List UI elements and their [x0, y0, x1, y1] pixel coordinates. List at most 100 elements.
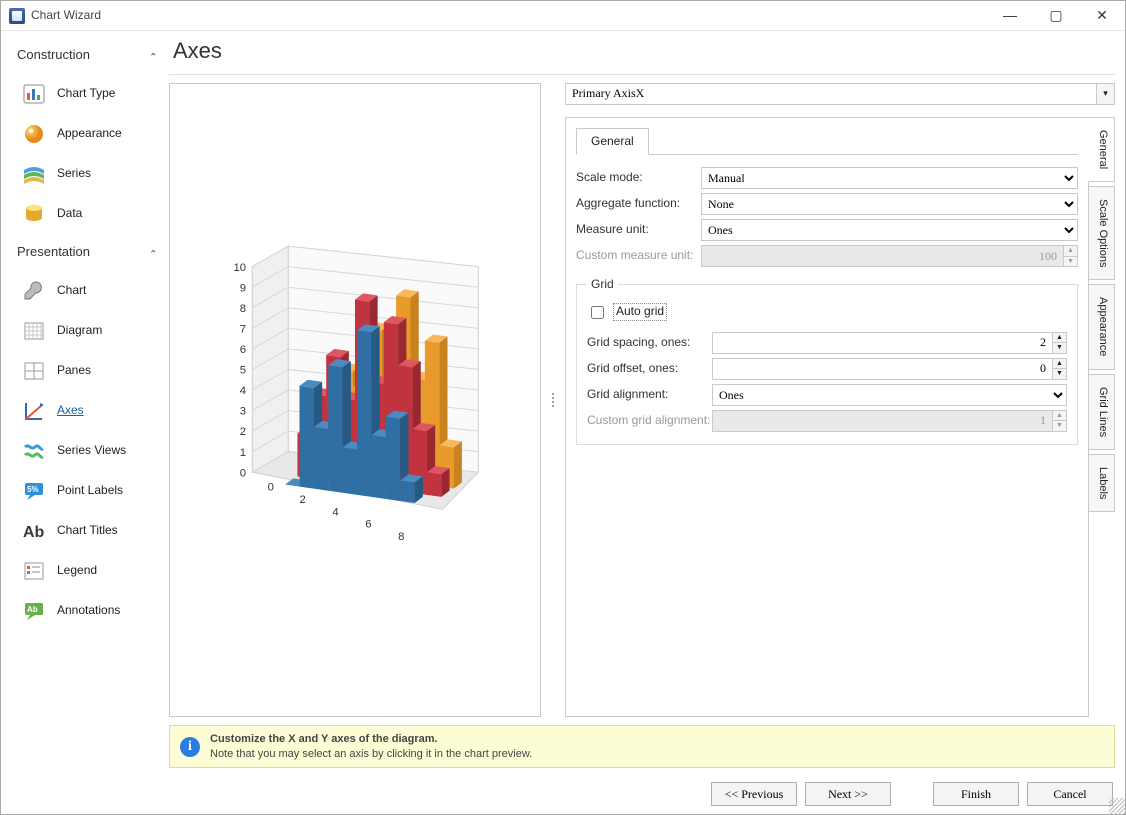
sidebar-group-construction[interactable]: Construction ⌄: [1, 43, 169, 74]
svg-text:2: 2: [240, 426, 246, 438]
sidebar-item-data[interactable]: Data: [1, 194, 169, 234]
divider: [169, 74, 1115, 75]
grid-offset-label: Grid offset, ones:: [587, 361, 712, 377]
sidebar-item-diagram[interactable]: Diagram: [1, 311, 169, 351]
spinner[interactable]: ▲▼: [1053, 332, 1067, 354]
svg-text:0: 0: [240, 467, 246, 479]
hint-line1: Customize the X and Y axes of the diagra…: [210, 733, 438, 745]
previous-button[interactable]: << Previous: [711, 782, 797, 806]
sidebar-item-appearance[interactable]: Appearance: [1, 114, 169, 154]
sidebar-item-point-labels[interactable]: 5% Point Labels: [1, 471, 169, 511]
settings-panel: General Scale mode: Manual Aggregate fun…: [565, 117, 1089, 718]
window-title: Chart Wizard: [31, 8, 987, 24]
vtab-grid-lines[interactable]: Grid Lines: [1089, 374, 1115, 450]
sidebar-item-label: Series Views: [57, 443, 126, 459]
maximize-button[interactable]: ▢: [1033, 1, 1079, 31]
sidebar-item-legend[interactable]: Legend: [1, 551, 169, 591]
vtab-scale-options[interactable]: Scale Options: [1089, 186, 1115, 280]
sidebar-group-presentation[interactable]: Presentation ⌄: [1, 240, 169, 271]
auto-grid-checkbox[interactable]: [591, 306, 604, 319]
group-label: Presentation: [17, 244, 90, 261]
hint-line2: Note that you may select an axis by clic…: [210, 747, 532, 761]
spinner: ▲▼: [1064, 245, 1078, 267]
svg-text:6: 6: [365, 518, 371, 530]
sidebar-item-label: Annotations: [57, 603, 120, 619]
custom-measure-unit-label: Custom measure unit:: [576, 248, 701, 264]
scale-mode-label: Scale mode:: [576, 170, 701, 186]
next-button[interactable]: Next >>: [805, 782, 891, 806]
svg-text:0: 0: [268, 481, 274, 493]
grid-spacing-input[interactable]: [712, 332, 1053, 354]
grid-alignment-select[interactable]: Ones: [712, 384, 1067, 406]
svg-text:3: 3: [240, 405, 246, 417]
finish-button[interactable]: Finish: [933, 782, 1019, 806]
svg-text:10: 10: [233, 261, 246, 273]
sidebar-item-axes[interactable]: Axes: [1, 391, 169, 431]
custom-grid-alignment-label: Custom grid alignment:: [587, 413, 712, 429]
minimize-button[interactable]: —: [987, 1, 1033, 31]
sidebar-item-series-views[interactable]: Series Views: [1, 431, 169, 471]
grid-offset-input[interactable]: [712, 358, 1053, 380]
spinner[interactable]: ▲▼: [1053, 358, 1067, 380]
tab-general[interactable]: General: [576, 128, 649, 156]
grid-legend: Grid: [587, 277, 618, 293]
aggregate-select[interactable]: None: [701, 193, 1078, 215]
splitter[interactable]: [549, 83, 557, 718]
page-title: Axes: [173, 37, 1115, 66]
sidebar: Construction ⌄ Chart Type Appearance Ser…: [1, 31, 169, 814]
sidebar-item-label: Chart Type: [57, 86, 115, 102]
chart-preview[interactable]: 012 345 678 910 024 68: [169, 83, 541, 718]
aggregate-label: Aggregate function:: [576, 196, 701, 212]
svg-text:8: 8: [398, 531, 404, 543]
sidebar-item-series[interactable]: Series: [1, 154, 169, 194]
grid-fieldset: Grid Auto grid Grid spacing, ones: ▲▼: [576, 277, 1078, 445]
button-bar: << Previous Next >> Finish Cancel: [169, 768, 1115, 806]
spinner: ▲▼: [1053, 410, 1067, 432]
svg-text:5: 5: [240, 364, 246, 376]
panes-icon: [21, 358, 47, 384]
vtab-general[interactable]: General: [1088, 117, 1115, 182]
axis-selector[interactable]: [565, 83, 1097, 105]
svg-text:Ab: Ab: [23, 524, 45, 541]
measure-unit-label: Measure unit:: [576, 222, 701, 238]
scale-mode-select[interactable]: Manual: [701, 167, 1078, 189]
vertical-tabs: General Scale Options Appearance Grid Li…: [1089, 117, 1115, 718]
vtab-labels[interactable]: Labels: [1089, 454, 1115, 512]
chart-titles-icon: Ab: [21, 518, 47, 544]
info-icon: i: [180, 737, 200, 757]
sidebar-item-label: Panes: [57, 363, 91, 379]
annotations-icon: Ab: [21, 598, 47, 624]
sidebar-item-label: Point Labels: [57, 483, 123, 499]
legend-icon: [21, 558, 47, 584]
custom-grid-alignment-input: [712, 410, 1053, 432]
chevron-up-icon: ⌄: [149, 246, 157, 259]
sidebar-item-label: Legend: [57, 563, 97, 579]
svg-text:1: 1: [240, 446, 246, 458]
svg-text:5%: 5%: [27, 485, 39, 494]
sidebar-item-annotations[interactable]: Ab Annotations: [1, 591, 169, 631]
sidebar-item-label: Chart: [57, 283, 86, 299]
close-button[interactable]: ✕: [1079, 1, 1125, 31]
sidebar-item-label: Series: [57, 166, 91, 182]
svg-text:4: 4: [332, 506, 338, 518]
cancel-button[interactable]: Cancel: [1027, 782, 1113, 806]
custom-measure-unit-input: [701, 245, 1064, 267]
appearance-icon: [21, 121, 47, 147]
sidebar-item-chart[interactable]: Chart: [1, 271, 169, 311]
sidebar-item-panes[interactable]: Panes: [1, 351, 169, 391]
sidebar-item-chart-titles[interactable]: Ab Chart Titles: [1, 511, 169, 551]
sidebar-item-label: Appearance: [57, 126, 122, 142]
sidebar-item-label: Chart Titles: [57, 523, 118, 539]
titlebar: Chart Wizard — ▢ ✕: [1, 1, 1125, 31]
sidebar-item-chart-type[interactable]: Chart Type: [1, 74, 169, 114]
svg-text:2: 2: [300, 494, 306, 506]
resize-grip[interactable]: [1109, 798, 1125, 814]
sidebar-item-label: Axes: [57, 403, 84, 419]
measure-unit-select[interactable]: Ones: [701, 219, 1078, 241]
axis-selector-dropdown[interactable]: ▾: [1097, 83, 1115, 105]
vtab-appearance[interactable]: Appearance: [1089, 284, 1115, 369]
chevron-up-icon: ⌄: [149, 49, 157, 62]
auto-grid-label: Auto grid: [613, 303, 667, 321]
svg-text:Ab: Ab: [27, 605, 38, 614]
diagram-icon: [21, 318, 47, 344]
